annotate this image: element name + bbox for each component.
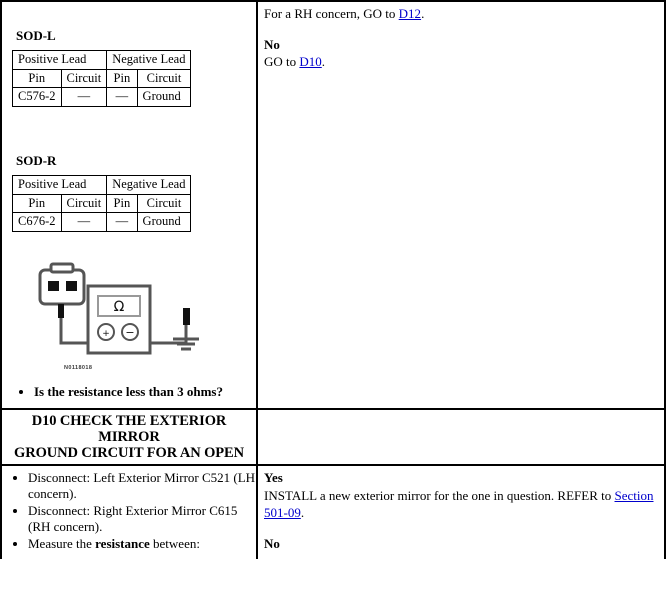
connector-symbol — [38, 262, 86, 306]
sod-l-title: SOD-L — [16, 28, 56, 43]
list-item-action-3: Measure the resistance between: — [28, 536, 256, 552]
table-row-continued: SOD-L Positive Lead Negative Lead Pin Ci… — [0, 1, 666, 409]
action-list: Disconnect: Left Exterior Mirror C521 (L… — [2, 470, 256, 551]
table-row: Positive Lead Negative Lead — [11, 174, 192, 195]
install-text: INSTALL a new exterior mirror for the on… — [264, 487, 615, 503]
cell-d10-step-header: D10 CHECK THE EXTERIOR MIRROR GROUND CIR… — [0, 407, 258, 466]
figure-id-label: N0118018 — [64, 364, 93, 371]
probe-tip-negative — [183, 307, 190, 325]
list-item-action-1: Disconnect: Left Exterior Mirror C521 (L… — [28, 470, 256, 502]
measure-keyword: resistance — [95, 535, 150, 551]
col-header-pin-negative: Pin — [106, 193, 138, 214]
pinpoint-test-table: SOD-L Positive Lead Negative Lead Pin Ci… — [0, 0, 666, 559]
svg-text:Ω: Ω — [114, 299, 125, 315]
value-pin-positive: C676-2 — [12, 212, 62, 232]
negative-lead-header: Negative Lead — [106, 174, 192, 195]
answer-no-label-d10: No — [264, 535, 280, 551]
measurement-table-sod-r: Positive Lead Negative Lead Pin Circuit … — [11, 174, 192, 232]
link-d10[interactable]: D10 — [299, 54, 321, 69]
service-manual-page: SOD-L Positive Lead Negative Lead Pin Ci… — [0, 0, 668, 596]
col-header-pin-negative: Pin — [106, 68, 138, 89]
table-row: C576-2 — — Ground — [12, 87, 192, 107]
diagram-svg: Ω + − — [38, 262, 199, 355]
col-header-pin-positive: Pin — [12, 68, 62, 89]
goto-period: . — [321, 54, 326, 70]
table-row: Pin Circuit Pin Circuit — [12, 193, 192, 214]
table-row: Positive Lead Negative Lead — [11, 50, 192, 70]
link-d12[interactable]: D12 — [399, 6, 421, 21]
table-row: Pin Circuit Pin Circuit — [12, 68, 192, 89]
table-row-d10-header: D10 CHECK THE EXTERIOR MIRROR GROUND CIR… — [0, 407, 666, 466]
ohmmeter-symbol: Ω + − — [86, 284, 152, 355]
answer-yes-label: Yes — [264, 470, 283, 486]
install-period: . — [300, 505, 305, 521]
list-item-action-2: Disconnect: Right Exterior Mirror C615 (… — [28, 503, 256, 535]
table-row-d10-body: Disconnect: Left Exterior Mirror C521 (L… — [0, 464, 666, 559]
cell-left-continued: SOD-L Positive Lead Negative Lead Pin Ci… — [0, 1, 258, 409]
positive-lead-header: Positive Lead — [11, 174, 108, 195]
value-circuit-negative: Ground — [136, 87, 192, 107]
col-header-circuit-negative: Circuit — [136, 193, 192, 214]
positive-lead-header: Positive Lead — [11, 50, 108, 70]
step-title-line-1: D10 CHECK THE EXTERIOR MIRROR — [31, 412, 227, 445]
svg-text:−: − — [125, 326, 134, 339]
value-pin-negative: — — [106, 212, 138, 232]
probe-tip-positive — [58, 303, 64, 318]
list-item-question: Is the resistance less than 3 ohms? — [34, 384, 250, 400]
sod-r-title: SOD-R — [16, 152, 57, 168]
question-list: Is the resistance less than 3 ohms? — [8, 384, 250, 400]
step-title: D10 CHECK THE EXTERIOR MIRROR GROUND CIR… — [2, 410, 256, 465]
cell-d10-answers: Yes INSTALL a new exterior mirror for th… — [256, 464, 666, 559]
rh-concern-instruction: For a RH concern, GO to D12. — [264, 5, 658, 23]
measure-suffix: between: — [149, 535, 200, 551]
value-circuit-positive: — — [60, 212, 108, 232]
rh-concern-period: . — [421, 6, 425, 21]
value-circuit-negative: Ground — [136, 212, 192, 232]
answer-no-instruction: GO to D10. — [264, 53, 658, 71]
step-title-line-2: GROUND CIRCUIT FOR AN OPEN — [14, 445, 244, 462]
value-pin-positive: C576-2 — [12, 87, 62, 107]
lead-wire-positive — [59, 317, 88, 345]
col-header-circuit-negative: Circuit — [136, 68, 192, 89]
ohmmeter-connector-diagram: Ω + − N0118018 — [26, 260, 256, 380]
measure-prefix: Measure the — [28, 535, 96, 551]
value-pin-negative: — — [106, 87, 138, 107]
cell-d10-actions: Disconnect: Left Exterior Mirror C521 (L… — [0, 464, 258, 559]
col-header-pin-positive: Pin — [12, 193, 62, 214]
col-header-circuit-positive: Circuit — [60, 68, 108, 89]
svg-text:+: + — [102, 329, 110, 339]
goto-text: GO to — [264, 54, 300, 70]
answer-no-label: No — [264, 36, 280, 52]
table-row: C676-2 — — Ground — [12, 212, 192, 232]
cell-right-continued: For a RH concern, GO to D12. No GO to D1… — [256, 1, 666, 409]
negative-lead-header: Negative Lead — [106, 50, 192, 70]
value-circuit-positive: — — [60, 87, 108, 107]
answer-yes-instruction: INSTALL a new exterior mirror for the on… — [264, 487, 658, 522]
col-header-circuit-positive: Circuit — [60, 193, 108, 214]
cell-d10-header-right-empty — [256, 407, 666, 466]
rh-concern-text: For a RH concern, GO to — [264, 6, 399, 21]
measurement-table-sod-l: Positive Lead Negative Lead Pin Circuit … — [11, 50, 192, 107]
